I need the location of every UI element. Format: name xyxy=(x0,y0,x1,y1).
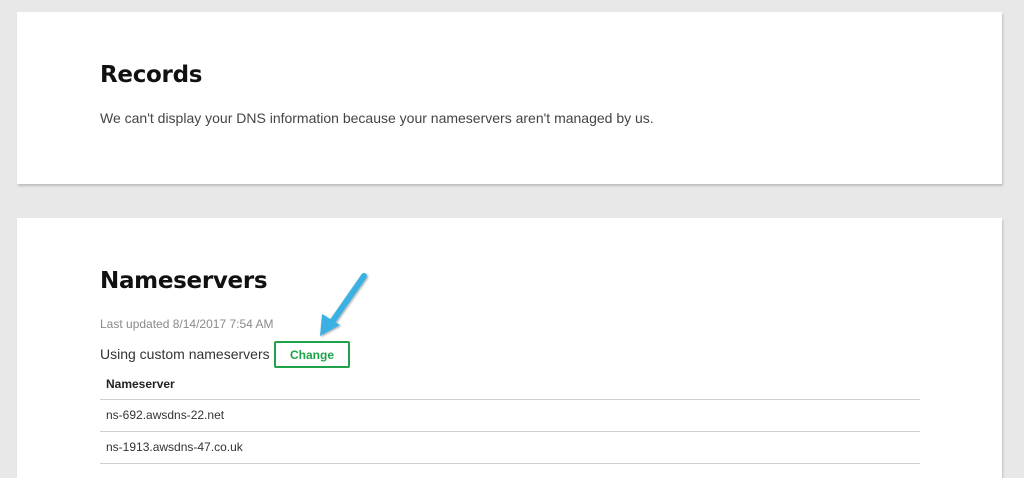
last-updated-text: Last updated 8/14/2017 7:54 AM xyxy=(100,317,274,331)
table-header-row: Nameserver xyxy=(100,370,920,400)
nameservers-card: Nameservers Last updated 8/14/2017 7:54 … xyxy=(17,218,1002,478)
nameserver-column-header: Nameserver xyxy=(100,370,920,400)
records-description: We can't display your DNS information be… xyxy=(100,110,654,126)
table-row: ns-692.awsdns-22.net xyxy=(100,399,920,432)
nameserver-value: ns-1913.awsdns-47.co.uk xyxy=(100,431,920,464)
change-nameservers-button[interactable]: Change xyxy=(274,341,350,368)
nameserver-value: ns-692.awsdns-22.net xyxy=(100,399,920,432)
nameserver-status-text: Using custom nameservers xyxy=(100,346,270,362)
nameservers-title: Nameservers xyxy=(100,268,268,294)
table-row: ns-1913.awsdns-47.co.uk xyxy=(100,431,920,464)
records-card: Records We can't display your DNS inform… xyxy=(17,12,1002,184)
records-title: Records xyxy=(100,62,203,88)
nameserver-table: Nameserver ns-692.awsdns-22.net ns-1913.… xyxy=(100,370,920,464)
